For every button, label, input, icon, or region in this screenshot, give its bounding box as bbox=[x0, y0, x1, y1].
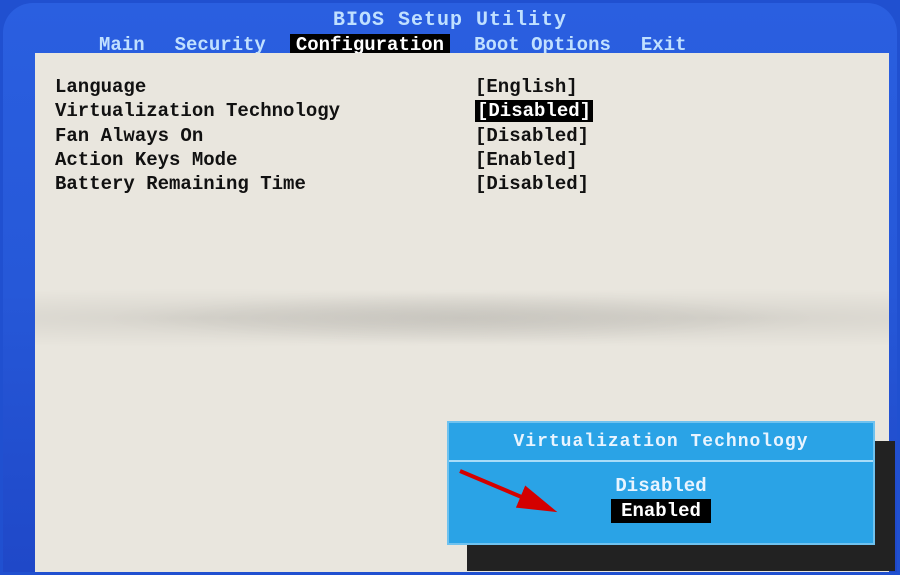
setting-value: [Disabled] bbox=[475, 99, 593, 123]
photo-noise bbox=[35, 283, 889, 353]
setting-value: [Enabled] bbox=[475, 148, 578, 172]
setting-action-keys-mode[interactable]: Action Keys Mode [Enabled] bbox=[55, 148, 869, 172]
settings-panel: Language [English] Virtualization Techno… bbox=[35, 53, 889, 572]
setting-battery-remaining-time[interactable]: Battery Remaining Time [Disabled] bbox=[55, 172, 869, 196]
setting-value: [Disabled] bbox=[475, 124, 589, 148]
bios-screen: BIOS Setup Utility Main Security Configu… bbox=[3, 3, 897, 572]
setting-fan-always-on[interactable]: Fan Always On [Disabled] bbox=[55, 124, 869, 148]
setting-virtualization[interactable]: Virtualization Technology [Disabled] bbox=[55, 99, 869, 123]
setting-label: Fan Always On bbox=[55, 124, 475, 148]
setting-label: Action Keys Mode bbox=[55, 148, 475, 172]
setting-label: Virtualization Technology bbox=[55, 99, 475, 123]
setting-value: [Disabled] bbox=[475, 172, 589, 196]
option-disabled[interactable]: Disabled bbox=[611, 474, 711, 499]
option-enabled[interactable]: Enabled bbox=[611, 499, 711, 524]
setting-language[interactable]: Language [English] bbox=[55, 75, 869, 99]
popup-title: Virtualization Technology bbox=[449, 423, 873, 460]
virtualization-popup: Virtualization Technology Disabled Enabl… bbox=[447, 421, 875, 545]
setting-value: [English] bbox=[475, 75, 578, 99]
utility-title: BIOS Setup Utility bbox=[3, 7, 897, 34]
setting-label: Battery Remaining Time bbox=[55, 172, 475, 196]
popup-options: Disabled Enabled bbox=[449, 462, 873, 533]
setting-label: Language bbox=[55, 75, 475, 99]
